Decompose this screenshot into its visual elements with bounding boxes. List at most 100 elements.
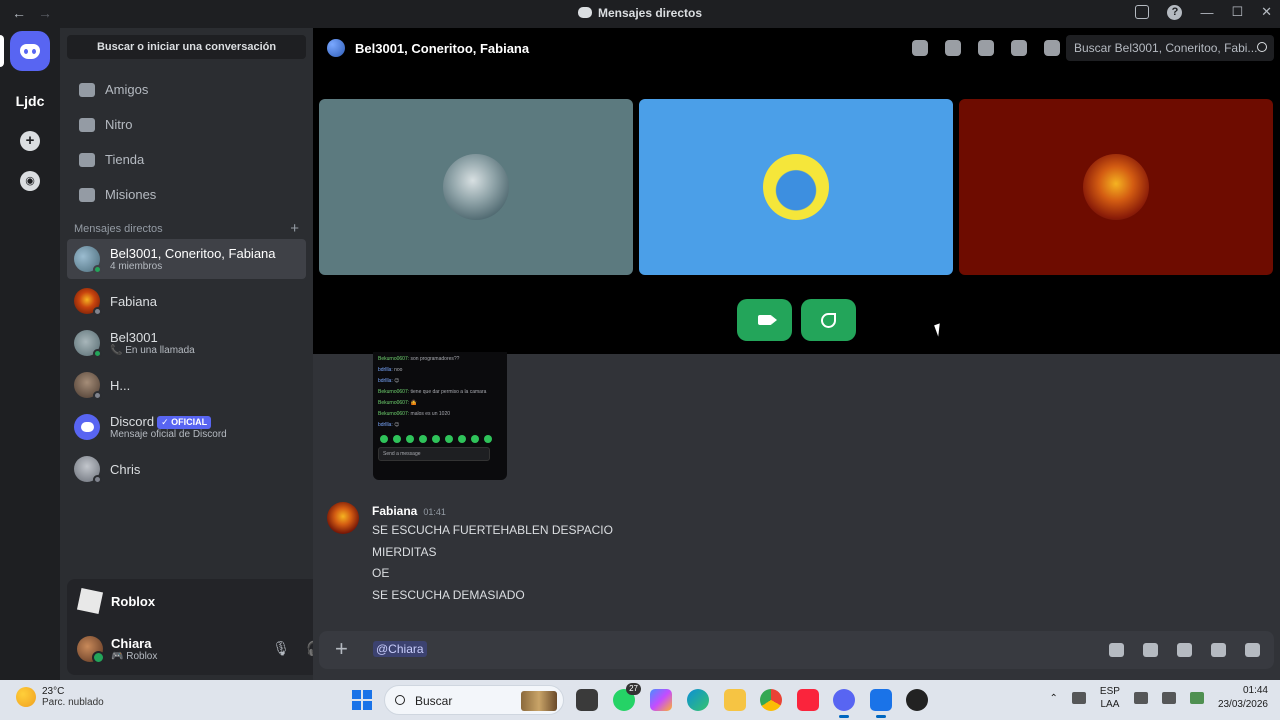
- dm-item-group[interactable]: Bel3001, Coneritoo, Fabiana 4 miembros: [67, 239, 306, 279]
- server-ljdc[interactable]: Ljdc: [10, 81, 50, 121]
- dm-item-chris[interactable]: Chris: [67, 449, 306, 489]
- call-area: Bel3001, Coneritoo, Fabiana Buscar Bel30…: [313, 28, 1280, 354]
- pin-icon[interactable]: [978, 40, 994, 56]
- user-name: Chiara: [111, 636, 152, 651]
- language-indicator[interactable]: ESP LAA: [1100, 685, 1120, 711]
- mouse-cursor: [934, 323, 944, 337]
- status-indicator: [93, 475, 102, 484]
- dm-name: Discord: [110, 414, 155, 429]
- volume-icon[interactable]: [1161, 692, 1176, 704]
- discord-avatar: [74, 414, 100, 440]
- nav-nitro[interactable]: Nitro: [67, 108, 306, 141]
- dm-header: Mensajes directos +: [74, 221, 299, 236]
- member-list-icon[interactable]: [1044, 40, 1060, 56]
- windows-taskbar: 23°C Parc. nublado Buscar ⌃ ESP LAA 01:44…: [0, 680, 1280, 720]
- roblox-taskbar-icon[interactable]: [870, 689, 892, 718]
- nitro-icon: [79, 117, 95, 132]
- clock-date: 23/03/2026: [1217, 699, 1268, 710]
- nav-friends[interactable]: Amigos: [67, 73, 306, 106]
- preview-input: Send a message: [378, 447, 490, 461]
- author-avatar[interactable]: [327, 502, 359, 534]
- chat-area: Bekurno0607: son programadores?? bdrllla…: [313, 352, 1280, 622]
- weather-widget[interactable]: 23°C Parc. nublado: [16, 686, 104, 708]
- preview-line: Bekurno0607: malos es un 1020: [378, 409, 502, 420]
- avatar: [74, 288, 102, 316]
- channel-search-input[interactable]: Buscar Bel3001, Coneritoo, Fabi...: [1066, 35, 1274, 61]
- music-app-icon[interactable]: [797, 689, 819, 711]
- weather-text: Parc. nublado: [42, 697, 104, 708]
- image-attachment[interactable]: Bekurno0607: son programadores?? bdrllla…: [373, 352, 507, 480]
- selected-indicator: [0, 35, 4, 67]
- whatsapp-icon[interactable]: [613, 683, 642, 711]
- gift-icon[interactable]: [1109, 643, 1124, 657]
- attach-plus-icon[interactable]: +: [335, 637, 348, 661]
- message-timestamp: 01:41: [423, 507, 446, 517]
- sticker-icon[interactable]: [1177, 643, 1192, 657]
- chrome-icon[interactable]: [760, 689, 782, 711]
- preview-line: Bekurno0607: son programadores??: [378, 354, 502, 365]
- obs-icon[interactable]: [906, 689, 928, 711]
- emoji-icon[interactable]: [1211, 643, 1226, 657]
- dm-name: Fabiana: [110, 293, 157, 309]
- camera-icon: [757, 315, 777, 325]
- close-button[interactable]: ✕: [1261, 4, 1272, 20]
- window-controls: ? — ☐ ✕: [1135, 4, 1272, 20]
- copilot-icon[interactable]: [650, 689, 672, 711]
- windows-start-icon[interactable]: [352, 690, 372, 710]
- participant-tile-1[interactable]: [319, 99, 633, 275]
- participant-tile-3[interactable]: [959, 99, 1273, 275]
- gif-icon[interactable]: [1143, 643, 1158, 657]
- inbox-icon[interactable]: [1135, 5, 1150, 19]
- message-composer[interactable]: + @Chiara: [319, 631, 1274, 669]
- dm-item-h[interactable]: H...: [67, 365, 306, 405]
- preview-user: bdrllla:: [378, 378, 393, 384]
- wifi-icon[interactable]: [1133, 692, 1148, 704]
- dm-sidebar: Buscar o iniciar una conversación Amigos…: [60, 28, 366, 680]
- preview-emoji-row: [380, 435, 502, 443]
- join-call-button[interactable]: [801, 299, 856, 341]
- dm-item-fabiana[interactable]: Fabiana: [67, 281, 306, 321]
- message-line: SE ESCUCHA FUERTEHABLEN DESPACIO: [372, 523, 613, 537]
- search-placeholder: Buscar Bel3001, Coneritoo, Fabi...: [1074, 41, 1258, 55]
- chevron-up-icon[interactable]: ⌃: [1050, 693, 1058, 704]
- avatar: [74, 456, 102, 484]
- preview-line: bdrllla: noo: [378, 365, 502, 376]
- battery-icon[interactable]: [1189, 692, 1204, 704]
- edge-icon[interactable]: [687, 689, 709, 711]
- dm-item-bel3001[interactable]: Bel3001 📞 En una llamada: [67, 323, 306, 363]
- nav-quests[interactable]: Misiones: [67, 178, 306, 211]
- clock[interactable]: 01:44 23/03/2026: [1218, 684, 1268, 712]
- discover-icon[interactable]: ◉: [20, 171, 40, 191]
- help-icon[interactable]: ?: [1167, 4, 1183, 20]
- file-explorer-icon[interactable]: [724, 689, 746, 711]
- participant-tile-2[interactable]: [639, 99, 953, 275]
- discord-taskbar-icon[interactable]: [833, 689, 855, 718]
- minimize-button[interactable]: —: [1200, 5, 1213, 20]
- add-friends-icon[interactable]: [1011, 40, 1027, 56]
- nav-shop[interactable]: Tienda: [67, 143, 306, 176]
- message-author[interactable]: Fabiana: [372, 504, 417, 518]
- video-call-icon[interactable]: [945, 40, 961, 56]
- microphone-tray-icon[interactable]: [1071, 692, 1086, 704]
- user-status: 🎮 Roblox: [111, 651, 158, 662]
- user-avatar[interactable]: [77, 636, 105, 664]
- microphone-icon[interactable]: 🎙: [272, 640, 290, 657]
- server-rail: Ljdc + ◉: [0, 28, 60, 680]
- taskbar-search[interactable]: Buscar: [384, 685, 564, 715]
- channel-header: Bel3001, Coneritoo, Fabiana Buscar Bel30…: [313, 28, 1280, 68]
- header-actions: [912, 40, 1060, 56]
- preview-text: tiene que dar permiso a la camara: [409, 389, 487, 395]
- find-conversation-button[interactable]: Buscar o iniciar una conversación: [67, 35, 306, 59]
- voice-call-icon[interactable]: [912, 40, 928, 56]
- camera-toggle-button[interactable]: [737, 299, 792, 341]
- task-view-icon[interactable]: [576, 689, 598, 711]
- preview-user: Bekurno0607:: [378, 389, 410, 395]
- maximize-button[interactable]: ☐: [1231, 4, 1243, 20]
- home-button[interactable]: [10, 31, 50, 71]
- apps-icon[interactable]: [1245, 643, 1260, 657]
- add-server-button[interactable]: +: [20, 131, 40, 151]
- dm-name: Bel3001, Coneritoo, Fabiana: [110, 246, 276, 261]
- dm-item-discord[interactable]: Discord ✓ OFICIAL Mensaje oficial de Disco…: [67, 407, 306, 447]
- shop-icon: [79, 152, 95, 167]
- create-dm-button[interactable]: +: [290, 221, 299, 236]
